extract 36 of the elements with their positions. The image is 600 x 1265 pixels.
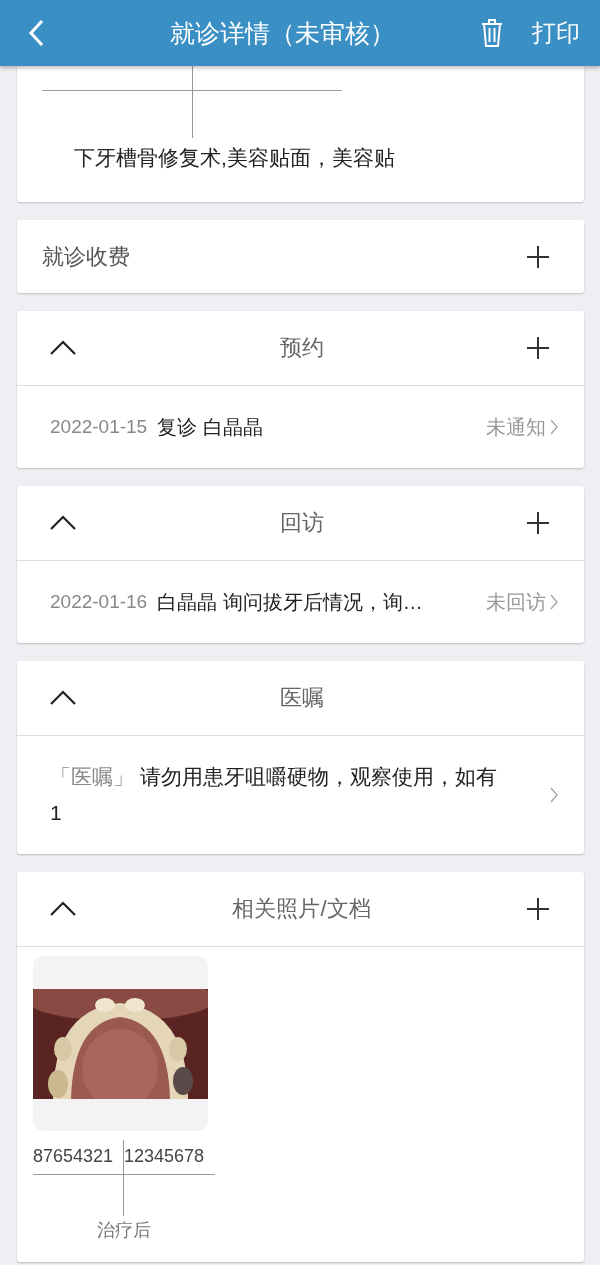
entry-status: 未回访 — [486, 589, 546, 615]
add-icon[interactable] — [526, 897, 550, 921]
fee-title: 就诊收费 — [42, 242, 130, 271]
chevron-icon[interactable] — [49, 340, 77, 356]
entry-date: 2022-01-16 — [50, 591, 148, 613]
entry-date: 2022-01-15 — [50, 416, 148, 438]
fee-card[interactable]: 就诊收费 — [17, 220, 584, 293]
photo-caption: 治疗后 — [96, 1219, 152, 1242]
section-title: 相关照片/文档 — [231, 895, 372, 923]
chevron-icon[interactable] — [49, 690, 77, 706]
section-title: 医嘱 — [278, 684, 325, 712]
chevron-icon[interactable] — [49, 515, 77, 531]
add-icon[interactable] — [526, 336, 550, 360]
tooth-numbers: 87654321 — [33, 1146, 114, 1167]
trash-icon[interactable] — [480, 18, 504, 48]
section-title: 预约 — [278, 334, 325, 362]
diagnosis-text: 下牙槽骨修复术,美容贴面，美容贴 — [73, 145, 396, 171]
list-row[interactable]: 「医嘱」 请勿用患牙咀嚼硬物，观察使用，如有 1 — [17, 736, 584, 854]
chevron-right-icon — [550, 787, 558, 803]
section-title: 回访 — [278, 509, 325, 537]
add-icon[interactable] — [526, 511, 550, 535]
entry-status: 未通知 — [486, 414, 546, 440]
list-row[interactable]: 2022-01-15 复诊 白晶晶 未通知 — [17, 386, 584, 468]
page-title: 就诊详情（未审核） — [168, 17, 396, 49]
add-icon[interactable] — [526, 244, 550, 269]
back-icon[interactable] — [28, 19, 44, 47]
print-button[interactable]: 打印 — [528, 13, 584, 53]
chevron-right-icon — [550, 594, 558, 610]
note-text: 「医嘱」 请勿用患牙咀嚼硬物，观察使用，如有 1 — [50, 764, 498, 826]
entry-text: 白晶晶 询问拔牙后情况，询… — [157, 589, 424, 615]
chevron-icon[interactable] — [49, 901, 77, 917]
photo-thumbnail[interactable] — [33, 956, 208, 1131]
entry-text: 复诊 白晶晶 — [157, 414, 264, 440]
chevron-right-icon — [550, 419, 558, 435]
tooth-numbers: 12345678 — [124, 1146, 205, 1167]
list-row[interactable]: 2022-01-16 白晶晶 询问拔牙后情况，询… 未回访 — [17, 561, 584, 643]
